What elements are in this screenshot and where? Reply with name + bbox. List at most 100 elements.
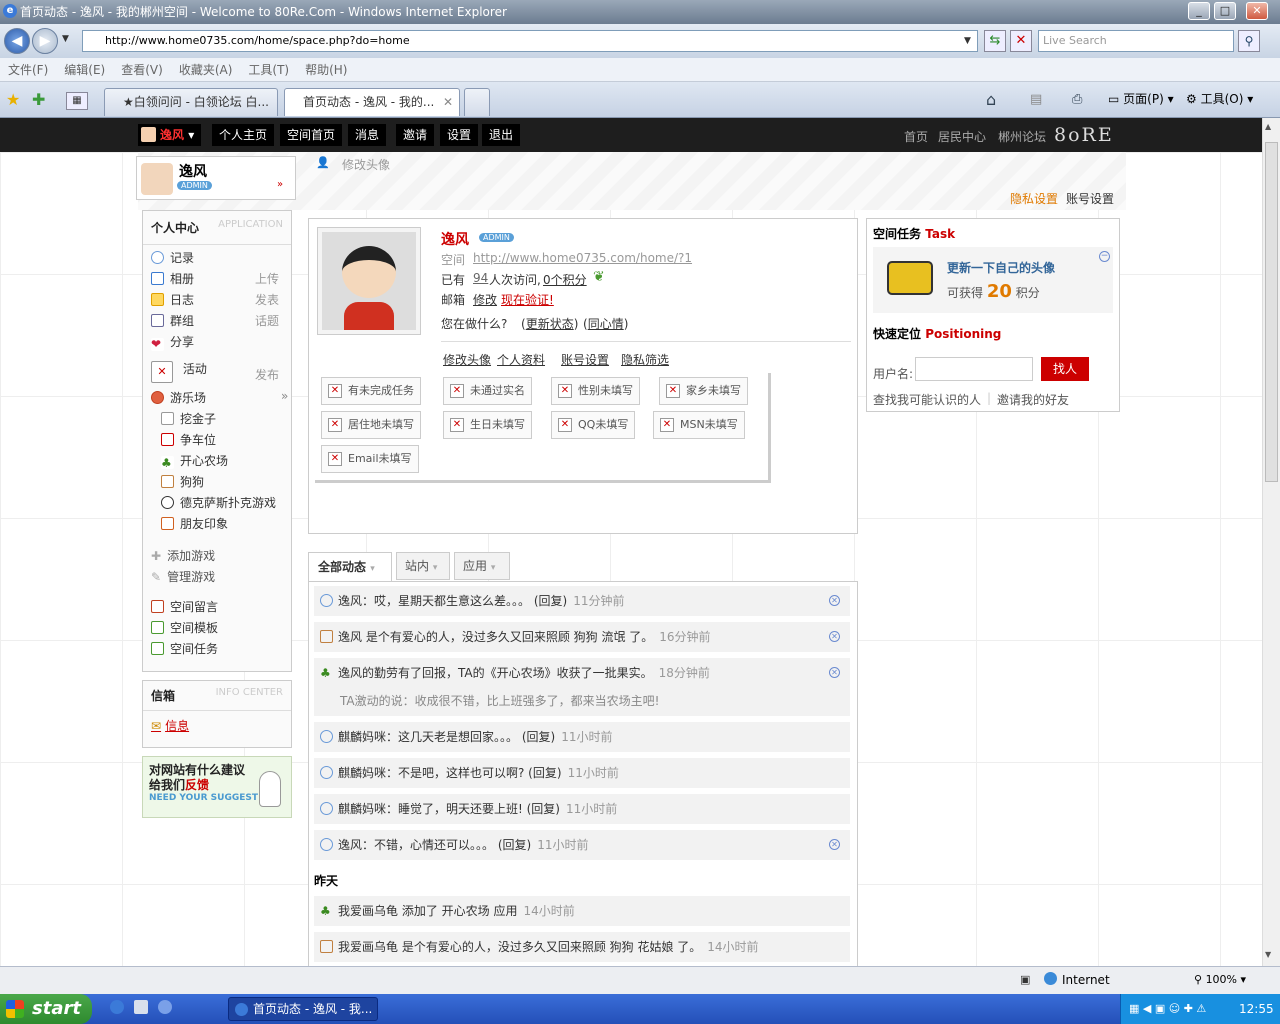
menu-view[interactable]: 查看(V) xyxy=(113,58,171,82)
update-status-link[interactable]: (更新状态) xyxy=(521,315,578,332)
page-scrollbar[interactable]: ▲ ▼ xyxy=(1262,118,1280,966)
tray-icons[interactable]: ▦ ◀ ▣ ☺ ✚ ⚠ xyxy=(1129,1002,1206,1015)
profile-info-link[interactable]: 个人资料 xyxy=(497,351,545,368)
tag-qq[interactable]: ✕ QQ未填写 xyxy=(551,411,636,439)
collapse-icon[interactable]: − xyxy=(1099,251,1110,262)
menu-tools[interactable]: 工具(T) xyxy=(240,58,297,82)
email-change-link[interactable]: 修改 xyxy=(473,291,497,308)
publish-event-link[interactable]: 发布 xyxy=(255,361,279,389)
email-verify-link[interactable]: 现在验证! xyxy=(501,291,554,308)
nav-settings[interactable]: 设置 xyxy=(440,124,479,146)
delete-feed-icon[interactable]: ✕ xyxy=(829,631,840,642)
profile-name[interactable]: 逸风 xyxy=(441,229,469,249)
username-input[interactable] xyxy=(915,357,1033,381)
home-icon[interactable]: ⌂ xyxy=(986,90,996,109)
sidebar-item-records[interactable]: 记录 xyxy=(151,249,194,266)
game-dog[interactable]: 狗狗 xyxy=(161,473,204,490)
space-url-link[interactable]: http://www.home0735.com/home/?1 xyxy=(473,251,692,265)
feeds-icon[interactable]: ▤ xyxy=(1030,92,1042,107)
quicklaunch-explorer-icon[interactable] xyxy=(134,1000,148,1014)
taskbar-window-button[interactable]: 首页动态 - 逸风 - 我... xyxy=(228,997,378,1021)
forward-button[interactable]: ▶ xyxy=(32,28,58,54)
tab-active-home[interactable]: 首页动态 - 逸风 - 我的... ✕ xyxy=(284,88,460,116)
add-game-link[interactable]: ✚ 添加游戏 xyxy=(151,547,215,564)
menu-help[interactable]: 帮助(H) xyxy=(297,58,355,82)
refresh-icon[interactable]: ⇆ xyxy=(984,30,1006,52)
space-task-link[interactable]: 空间任务 xyxy=(151,640,218,657)
space-template-link[interactable]: 空间模板 xyxy=(151,619,218,636)
account-link[interactable]: 账号设置 xyxy=(561,351,609,368)
sidebar-item-playground[interactable]: 游乐场» xyxy=(151,389,288,406)
add-favorite-icon[interactable]: ✚ xyxy=(32,90,45,109)
site-logo[interactable]: 8oRE xyxy=(1054,124,1114,146)
suggest-banner[interactable]: 对网站有什么建议 给我们反馈 NEED YOUR SUGGEST xyxy=(142,756,292,818)
nav-invite[interactable]: 邀请 xyxy=(396,124,435,146)
sidebar-item-events[interactable]: ✕ 活动 发布 xyxy=(151,355,279,383)
zoom-level[interactable]: ⚲ 100% ▾ xyxy=(1194,973,1246,986)
game-farm[interactable]: ♣ 开心农场 xyxy=(161,452,228,470)
find-user-button[interactable]: 找人 xyxy=(1041,357,1089,381)
profile-head-name[interactable]: 逸风 xyxy=(179,161,207,181)
quicklaunch-ie-icon[interactable] xyxy=(110,1000,124,1014)
tag-residence[interactable]: ✕ 居住地未填写 xyxy=(321,411,421,439)
publish-blog-link[interactable]: 发表 xyxy=(255,291,279,308)
edit-avatar-link[interactable]: 修改头像 xyxy=(443,351,491,368)
same-mood-link[interactable]: (同心情) xyxy=(583,315,628,332)
tag-msn[interactable]: ✕ MSN未填写 xyxy=(653,411,745,439)
topic-link[interactable]: 话题 xyxy=(255,312,279,329)
manage-game-link[interactable]: ✎ 管理游戏 xyxy=(151,568,215,585)
user-menu[interactable]: 逸风 ▾ xyxy=(138,124,202,146)
profile-avatar-frame[interactable] xyxy=(317,227,421,335)
stop-icon[interactable]: ✕ xyxy=(1010,30,1032,52)
close-tab-icon[interactable]: ✕ xyxy=(443,89,453,115)
menu-file[interactable]: 文件(F) xyxy=(0,58,56,82)
nav-logout[interactable]: 退出 xyxy=(482,124,521,146)
minimize-button[interactable]: _ xyxy=(1188,2,1210,20)
search-icon[interactable]: ⚲ xyxy=(1238,30,1260,52)
tag-email[interactable]: ✕ Email未填写 xyxy=(321,445,419,473)
page-menu[interactable]: ▭ 页面(P) ▾ xyxy=(1108,88,1174,110)
back-button[interactable]: ◀ xyxy=(4,28,30,54)
privacy-filter-link[interactable]: 隐私筛选 xyxy=(621,351,669,368)
task-name[interactable]: 更新一下自己的头像 xyxy=(947,259,1055,276)
collapse-icon[interactable]: » xyxy=(281,389,288,403)
tab-bailing[interactable]: ★白领问问 - 白领论坛 白... xyxy=(104,88,278,116)
expand-arrow-icon[interactable]: » xyxy=(277,179,283,190)
search-input[interactable]: Live Search xyxy=(1038,30,1234,52)
print-icon[interactable]: ⎙ xyxy=(1072,92,1082,107)
game-poker[interactable]: 德克萨斯扑克游戏 xyxy=(161,494,276,511)
tools-menu[interactable]: ⚙ 工具(O) ▾ xyxy=(1186,88,1253,110)
game-gold[interactable]: 挖金子 xyxy=(161,410,216,427)
delete-feed-icon[interactable]: ✕ xyxy=(829,839,840,850)
upload-link[interactable]: 上传 xyxy=(255,270,279,287)
invite-friends-link[interactable]: 邀请我的好友 xyxy=(997,391,1069,408)
close-window-button[interactable]: ✕ xyxy=(1246,2,1268,20)
delete-feed-icon[interactable]: ✕ xyxy=(829,595,840,606)
find-known-link[interactable]: 查找我可能认识的人 xyxy=(873,391,981,408)
tag-gender[interactable]: ✕ 性别未填写 xyxy=(551,377,640,405)
history-dropdown-icon[interactable]: ▼ xyxy=(62,34,69,44)
nav-messages[interactable]: 消息 xyxy=(348,124,387,146)
nav-right-home[interactable]: 首页 xyxy=(904,128,928,145)
quicklaunch-messenger-icon[interactable] xyxy=(158,1000,172,1014)
scroll-down-icon[interactable]: ▼ xyxy=(1265,950,1271,959)
points-link[interactable]: 0个积分 xyxy=(543,271,587,288)
delete-feed-icon[interactable]: ✕ xyxy=(829,667,840,678)
privacy-settings-link[interactable]: 隐私设置 xyxy=(1010,190,1058,207)
nav-forum[interactable]: 郴州论坛 xyxy=(998,128,1046,145)
scroll-thumb[interactable] xyxy=(1265,142,1278,482)
new-tab-button[interactable] xyxy=(464,88,490,116)
sidebar-item-blog[interactable]: 日志 发表 xyxy=(151,291,279,308)
nav-space-home[interactable]: 空间首页 xyxy=(280,124,343,146)
avatar[interactable] xyxy=(141,163,173,195)
favorites-star-icon[interactable]: ★ xyxy=(6,90,20,109)
tag-realname[interactable]: ✕ 未通过实名 xyxy=(443,377,532,405)
change-avatar-link[interactable]: 修改头像 xyxy=(342,156,390,173)
address-dropdown-icon[interactable]: ▼ xyxy=(964,36,971,46)
tab-app-feeds[interactable]: 应用 ▾ xyxy=(454,552,510,580)
tab-all-feeds[interactable]: 全部动态 ▾ xyxy=(308,552,392,582)
task-card[interactable]: 更新一下自己的头像 可获得 20 积分 − xyxy=(873,247,1113,313)
tag-birthday[interactable]: ✕ 生日未填写 xyxy=(443,411,532,439)
maximize-button[interactable]: □ xyxy=(1214,2,1236,20)
sidebar-item-share[interactable]: ❤ 分享 xyxy=(151,333,194,351)
